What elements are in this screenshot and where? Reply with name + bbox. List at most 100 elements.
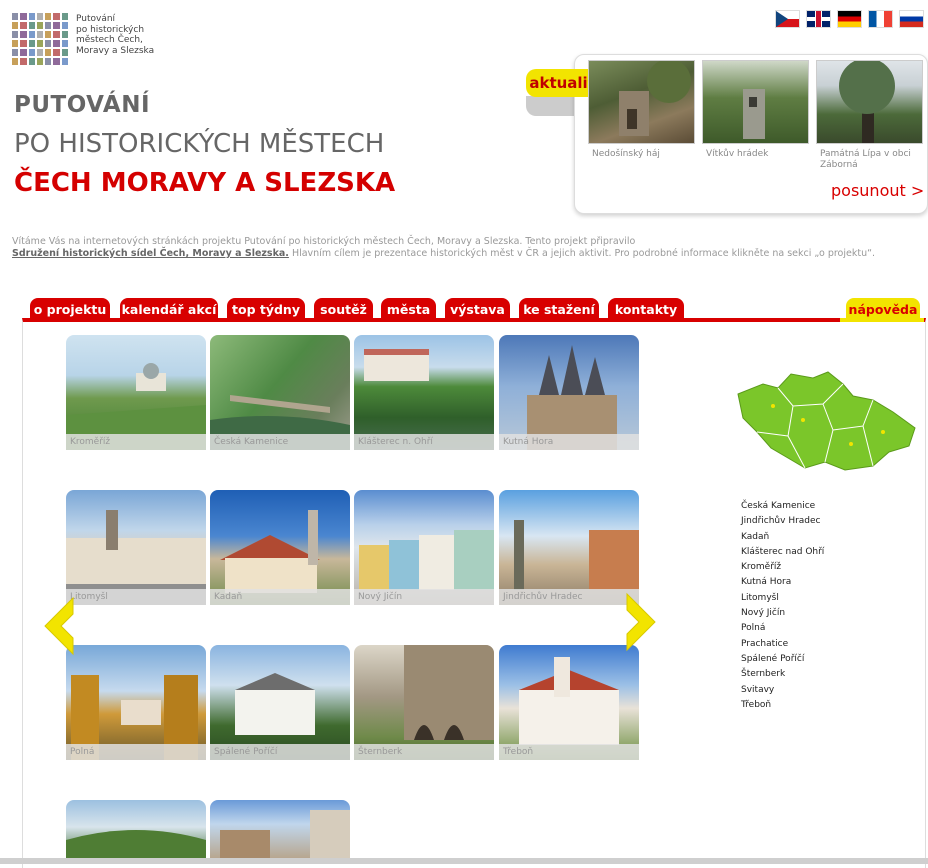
tab-o-projektu[interactable]: o projektu: [30, 298, 110, 320]
houses-image-icon: [359, 530, 494, 590]
logo-tile: [45, 58, 52, 65]
logo-tile: [12, 58, 19, 65]
town-tile-kutna-hora[interactable]: Kutná Hora: [499, 335, 639, 450]
site-title-line1: PUTOVÁNÍ: [14, 92, 151, 118]
town-list-item[interactable]: Spálené Poříčí: [741, 652, 824, 667]
chateau-tower-image-icon: [519, 657, 619, 745]
town-list-item[interactable]: Šternberk: [741, 667, 824, 682]
town-image-icon: [220, 810, 350, 860]
town-tile-trebon[interactable]: Třeboň: [499, 645, 639, 760]
tab-top-tydny[interactable]: top týdny: [227, 298, 305, 320]
logo-tile: [36, 40, 44, 47]
logo-tile: [36, 22, 44, 29]
language-switcher: [775, 10, 924, 28]
news-thumbnail[interactable]: [702, 60, 809, 144]
logo-line: městech Čech,: [76, 35, 143, 45]
logo-mosaic[interactable]: [12, 13, 68, 65]
logo-tile: [28, 58, 35, 65]
fr-flag-icon[interactable]: [868, 10, 893, 28]
logo-tile: [53, 58, 60, 65]
czech-map-icon: [737, 371, 916, 471]
news-thumbnail[interactable]: [816, 58, 923, 144]
logo-tile: [28, 22, 35, 29]
town-tile-sternberk[interactable]: Šternberk: [354, 645, 494, 760]
cz-flag-icon[interactable]: [775, 10, 800, 28]
town-tile-novy-jicin[interactable]: Nový Jičín: [354, 490, 494, 605]
town-tile-row5-a[interactable]: [66, 800, 206, 860]
logo-text[interactable]: Putování po historických městech Čech, M…: [76, 14, 186, 56]
bottom-scrollbar[interactable]: [0, 858, 928, 864]
town-list-item[interactable]: Prachatice: [741, 637, 824, 652]
town-list-item[interactable]: Kutná Hora: [741, 575, 824, 590]
logo-line: Moravy a Slezska: [76, 45, 155, 56]
town-tile-litomysl[interactable]: Litomyšl: [66, 490, 206, 605]
town-label: Třeboň: [499, 744, 639, 760]
logo-tile: [61, 31, 68, 38]
town-list-item[interactable]: Svitavy: [741, 683, 824, 698]
logo-tile: [61, 49, 68, 56]
town-list-item[interactable]: Kroměříž: [741, 560, 824, 575]
town-tile-kadan[interactable]: Kadaň: [210, 490, 350, 605]
town-tile-ceska-kamenice[interactable]: Česká Kamenice: [210, 335, 350, 450]
town-tile-spalene-porici[interactable]: Spálené Poříčí: [210, 645, 350, 760]
town-tile-kromeriz[interactable]: Kroměříž: [66, 335, 206, 450]
news-thumbnail[interactable]: [588, 59, 695, 144]
intro-line1: Vítáme Vás na internetových stránkách pr…: [12, 236, 636, 247]
tab-vystava[interactable]: výstava: [445, 298, 510, 320]
prev-arrow-icon[interactable]: [35, 594, 75, 658]
logo-tile: [45, 40, 52, 47]
czech-map[interactable]: [733, 366, 919, 476]
logo-tile: [12, 22, 19, 29]
tab-mesta[interactable]: města: [381, 298, 436, 320]
ru-flag-icon[interactable]: [899, 10, 924, 28]
logo-tile: [20, 49, 27, 56]
town-list-item[interactable]: Česká Kamenice: [741, 499, 824, 514]
town-label: Kutná Hora: [499, 434, 639, 450]
town-tile-jindrichuv-hradec[interactable]: Jindřichův Hradec: [499, 490, 639, 605]
logo-tile: [53, 13, 60, 20]
town-list-item[interactable]: Polná: [741, 621, 824, 636]
gb-flag-icon[interactable]: [806, 10, 831, 28]
intro-text: Vítáme Vás na internetových stránkách pr…: [12, 236, 917, 260]
town-list-item[interactable]: Klášterec nad Ohří: [741, 545, 824, 560]
association-link[interactable]: Sdružení historických sídel Čech, Moravy…: [12, 248, 289, 259]
manor-image-icon: [235, 673, 315, 735]
tab-kalendar-akci[interactable]: kalendář akcí: [120, 298, 218, 320]
tree-image-icon: [839, 58, 895, 143]
logo-tile: [12, 49, 19, 56]
town-list-item[interactable]: Jindřichův Hradec: [741, 514, 824, 529]
scroll-news-link[interactable]: posunout >: [831, 181, 924, 200]
de-flag-icon[interactable]: [837, 10, 862, 28]
town-label: Kroměříž: [66, 434, 206, 450]
tab-kontakty[interactable]: kontakty: [608, 298, 684, 320]
logo-tile: [45, 49, 52, 56]
gate-image-icon: [71, 675, 198, 760]
town-list-item[interactable]: Nový Jičín: [741, 606, 824, 621]
town-list-item[interactable]: Kadaň: [741, 530, 824, 545]
town-list-item[interactable]: Litomyšl: [741, 591, 824, 606]
town-label: Nový Jičín: [354, 589, 494, 605]
logo-tile: [20, 40, 27, 47]
logo-tile: [12, 13, 19, 20]
tab-ke-stazeni[interactable]: ke stažení: [519, 298, 599, 320]
town-tile-klasterec[interactable]: Klášterec n. Ohří: [354, 335, 494, 450]
logo-tile: [12, 31, 19, 38]
town-tile-row5-b[interactable]: [210, 800, 350, 860]
tab-soutez[interactable]: soutěž: [314, 298, 373, 320]
town-label: Spálené Poříčí: [210, 744, 350, 760]
logo-tile: [45, 13, 52, 20]
tab-napoveda[interactable]: nápověda: [846, 298, 920, 320]
town-label: Klášterec n. Ohří: [354, 434, 494, 450]
arcade-image-icon: [404, 645, 494, 740]
news-caption[interactable]: Vítkův hrádek: [706, 149, 814, 160]
town-list-item[interactable]: Třeboň: [741, 698, 824, 713]
logo-tile: [28, 40, 35, 47]
logo-tile: [53, 49, 60, 56]
news-caption[interactable]: Nedošínský háj: [592, 149, 700, 160]
next-arrow-icon[interactable]: [625, 590, 665, 654]
logo-tile: [53, 22, 60, 29]
news-caption[interactable]: Památná Lípa v obci Záborná: [820, 149, 920, 171]
town-tile-polna[interactable]: Polná: [66, 645, 206, 760]
logo-tile: [61, 13, 68, 20]
logo-tile: [12, 40, 19, 47]
